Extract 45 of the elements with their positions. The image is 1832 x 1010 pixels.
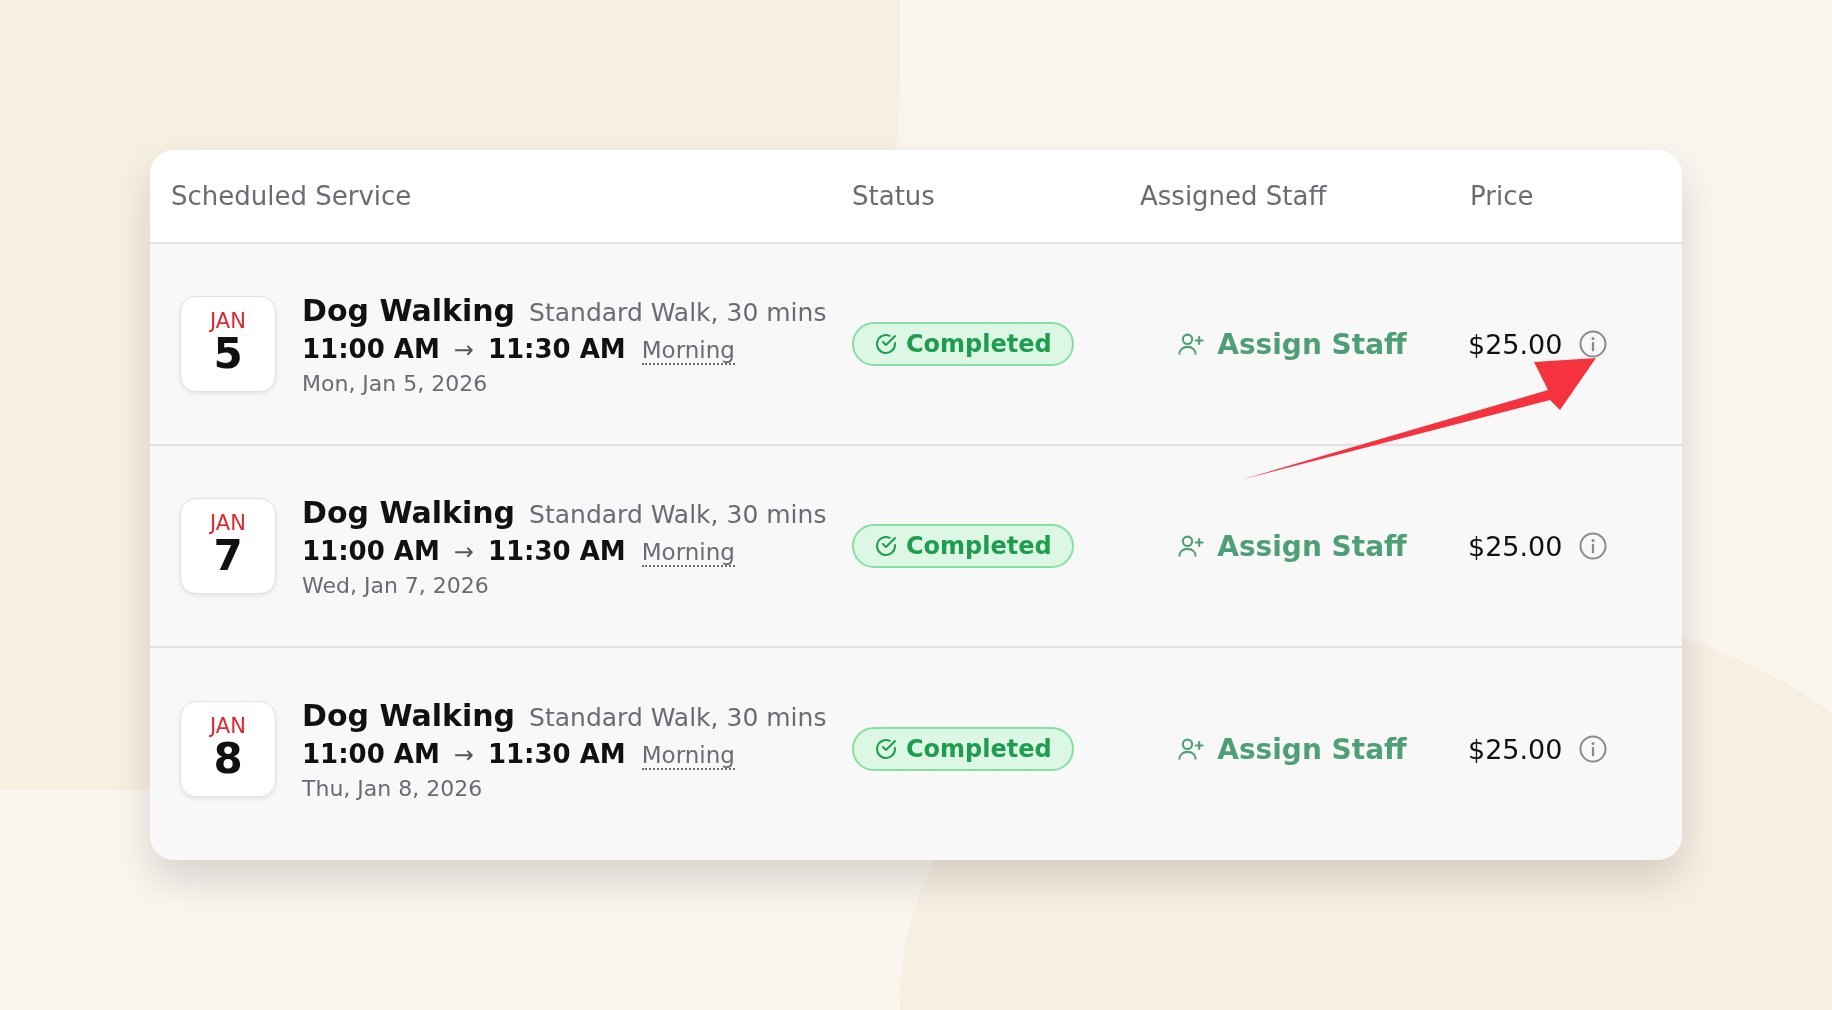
check-circle-icon [874,332,898,356]
end-time: 11:30 AM [487,333,626,364]
arrow-glyph: → [453,740,474,769]
arrow-glyph: → [453,335,474,364]
time-of-day-label: Morning [641,741,735,770]
service-name: Dog Walking [302,494,516,530]
service-name: Dog Walking [302,697,516,733]
service-detail: Standard Walk, 30 mins [529,297,827,327]
table-row[interactable]: JAN 7 Dog Walking Standard Walk, 30 mins 11:00 AM → 11:30 AM Morning Wed, Jan 7, 2026 Completed Assign Staff $25.00 [150,446,1682,648]
info-icon[interactable] [1578,531,1609,561]
arrow-glyph: → [453,537,474,566]
month-label: JAN [210,716,246,738]
end-time: 11:30 AM [487,535,626,566]
status-badge: Completed [852,727,1074,771]
check-circle-icon [874,737,898,761]
column-header: Status [852,181,936,211]
column-header: Scheduled Service [170,181,413,211]
month-label: JAN [210,513,246,535]
service-date: Wed, Jan 7, 2026 [302,572,490,598]
service-name: Dog Walking [302,292,516,328]
month-label: JAN [210,311,246,333]
service-detail: Standard Walk, 30 mins [529,499,827,529]
price: $25.00 [1468,530,1563,562]
column-header: Price [1470,181,1534,211]
day-number: 7 [213,534,243,579]
day-number: 8 [213,737,243,782]
service-date: Thu, Jan 8, 2026 [302,775,484,801]
column-header: Assigned Staff [1140,181,1328,211]
end-time: 11:30 AM [487,738,626,769]
status-badge: Completed [852,524,1074,568]
time-of-day-label: Morning [641,336,735,365]
info-icon[interactable] [1578,734,1609,764]
info-icon[interactable] [1578,329,1609,359]
service-date: Mon, Jan 5, 2026 [302,370,489,396]
start-time: 11:00 AM [302,333,440,364]
table-row[interactable]: JAN 8 Dog Walking Standard Walk, 30 mins 11:00 AM → 11:30 AM Morning Thu, Jan 8, 2026 Completed Assign Staff $25.00 [150,648,1682,850]
check-circle-icon [874,534,898,558]
price: $25.00 [1468,733,1563,765]
price: $25.00 [1468,328,1563,360]
day-number: 5 [213,332,243,377]
time-of-day-label: Morning [641,538,735,567]
start-time: 11:00 AM [302,535,440,566]
start-time: 11:00 AM [302,738,440,769]
service-detail: Standard Walk, 30 mins [529,702,827,732]
status-badge: Completed [852,322,1074,366]
